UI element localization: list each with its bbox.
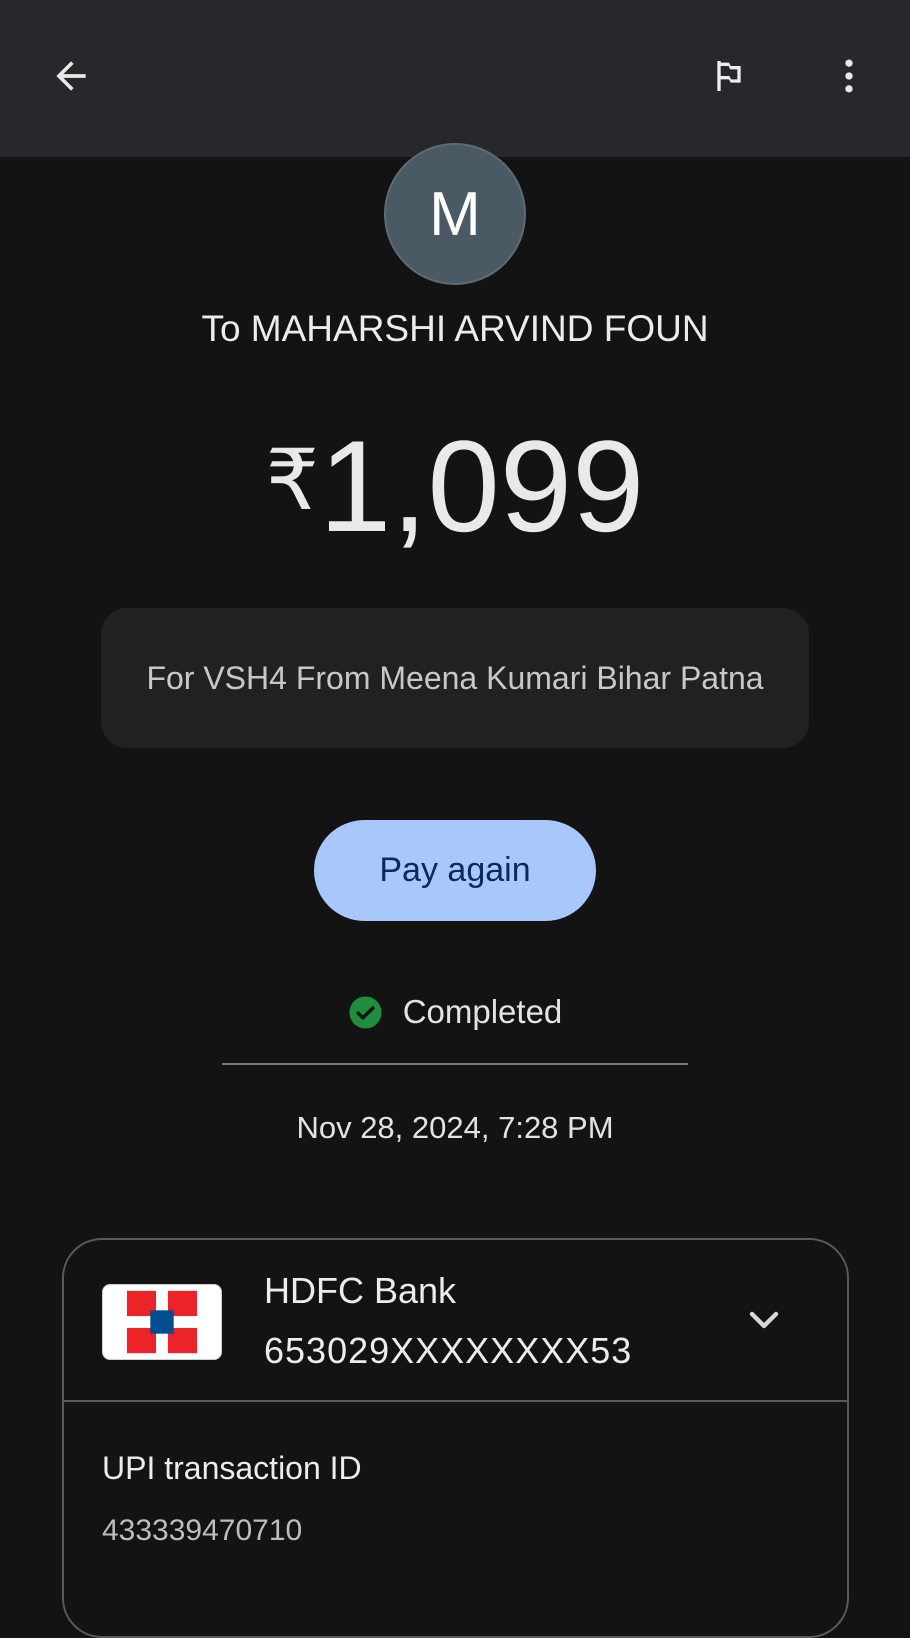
avatar-letter: M	[429, 179, 481, 249]
bank-name: HDFC Bank	[264, 1270, 457, 1311]
pay-again-button[interactable]: Pay again	[314, 820, 596, 921]
upi-transaction-id-label: UPI transaction ID	[102, 1450, 362, 1486]
transaction-datetime: Nov 28, 2024, 7:28 PM	[296, 1110, 614, 1145]
currency-symbol: ₹	[265, 433, 320, 527]
transaction-details-card: HDFC Bank 653029XXXXXXXX53 UPI transacti…	[62, 1238, 849, 1638]
chevron-down-icon[interactable]	[740, 1296, 788, 1344]
hdfc-bank-logo	[102, 1284, 222, 1360]
payment-status: Completed	[0, 993, 910, 1031]
back-button[interactable]	[36, 41, 106, 111]
payment-amount: ₹1,099	[0, 410, 910, 556]
top-app-bar	[0, 0, 910, 157]
check-circle-icon	[349, 995, 382, 1029]
more-vert-icon	[845, 59, 853, 93]
bank-account-row[interactable]: HDFC Bank 653029XXXXXXXX53	[64, 1240, 847, 1402]
recipient-name: To MAHARSHI ARVIND FOUN	[201, 308, 709, 349]
upi-transaction-id-value: 433339470710	[102, 1514, 303, 1547]
more-options-button[interactable]	[814, 41, 884, 111]
flag-icon	[717, 61, 741, 91]
status-text: Completed	[402, 993, 563, 1030]
payment-note-text: For VSH4 From Meena Kumari Bihar Patna	[146, 660, 764, 696]
report-button[interactable]	[694, 41, 764, 111]
divider	[222, 1063, 688, 1065]
amount-value: 1,099	[319, 413, 645, 559]
arrow-left-icon	[56, 61, 86, 91]
bank-account-number: 653029XXXXXXXX53	[264, 1330, 633, 1371]
payee-avatar: M	[384, 143, 526, 285]
payment-note: For VSH4 From Meena Kumari Bihar Patna	[101, 608, 809, 748]
